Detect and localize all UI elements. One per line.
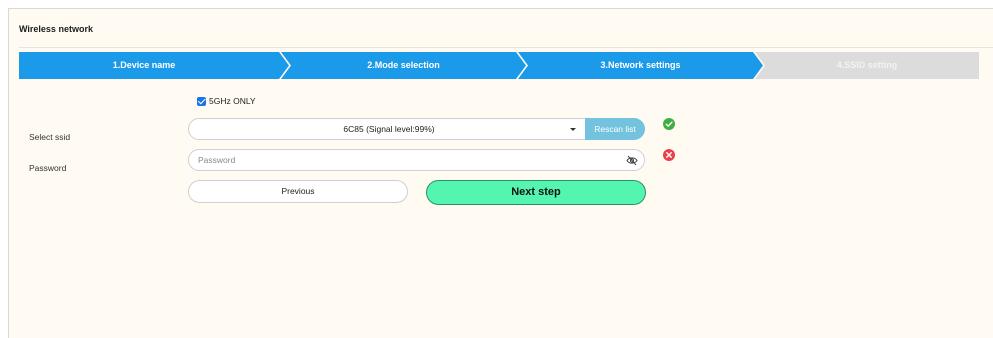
step-label: 2.Mode selection — [367, 60, 440, 70]
eye-off-icon[interactable] — [626, 155, 638, 166]
step-ssid-setting[interactable]: 4.SSID setting — [755, 52, 979, 79]
band-5ghz-only-checkbox[interactable]: 5GHz ONLY — [197, 96, 256, 106]
password-input[interactable] — [198, 152, 618, 168]
title-divider — [19, 47, 993, 48]
check-circle-icon — [663, 118, 675, 130]
ssid-select-value: 6C85 (Signal level:99%) — [343, 124, 435, 134]
step-mode-selection[interactable]: 2.Mode selection — [281, 52, 526, 79]
step-label: 1.Device name — [112, 60, 176, 70]
ssid-select[interactable]: 6C85 (Signal level:99%) — [188, 118, 643, 140]
caret-down-icon[interactable] — [570, 128, 576, 131]
panel-title: Wireless network — [19, 24, 93, 34]
next-step-button[interactable]: Next step — [426, 180, 646, 205]
select-ssid-label: Select ssid — [29, 132, 71, 142]
step-label: 4.SSID setting — [836, 60, 898, 70]
setup-stepper: 1.Device name 2.Mode selection 3.Network… — [19, 52, 979, 79]
step-device-name[interactable]: 1.Device name — [19, 52, 289, 79]
password-label: Password — [29, 163, 67, 173]
rescan-list-button[interactable]: Rescan list — [585, 118, 645, 140]
step-network-settings[interactable]: 3.Network settings — [518, 52, 763, 79]
step-label: 3.Network settings — [600, 60, 681, 70]
band-checkbox-label: 5GHz ONLY — [209, 96, 256, 106]
error-circle-icon — [663, 149, 675, 161]
password-field[interactable] — [188, 149, 645, 171]
checkbox-checked-icon[interactable] — [197, 96, 206, 106]
previous-button[interactable]: Previous — [188, 180, 408, 203]
